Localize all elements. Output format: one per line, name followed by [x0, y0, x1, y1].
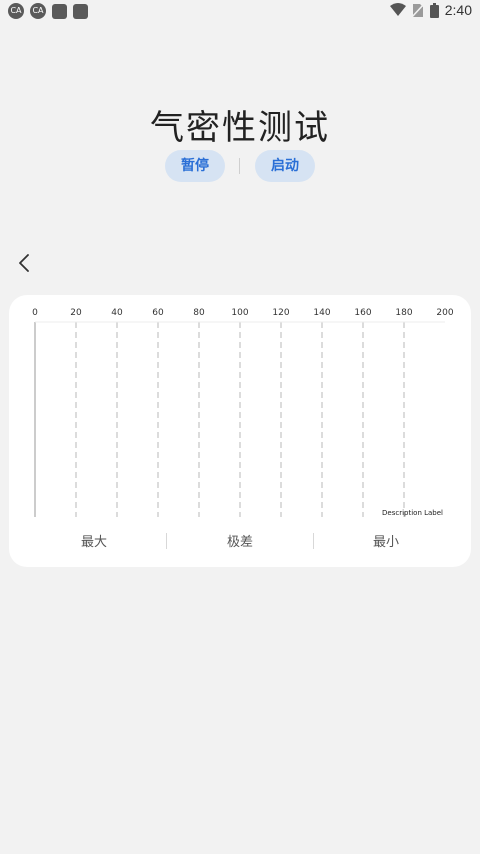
page-title: 气密性测试 [150, 108, 330, 148]
start-button[interactable]: 启动 [255, 150, 315, 182]
x-tick-label: 80 [193, 308, 205, 318]
square-notification-icon [52, 3, 67, 19]
pressure-chart: 0 20 40 60 80 100 120 140 160 180 200 Description … [32, 308, 454, 517]
x-tick-label: 120 [272, 308, 289, 318]
status-bar-right: 2:40 [389, 2, 472, 18]
x-tick-label: 180 [395, 308, 412, 318]
app-icon: CA [8, 3, 24, 19]
x-tick-label: 40 [111, 308, 123, 318]
app-icon: CA [30, 3, 46, 19]
x-tick-label: 60 [152, 308, 164, 318]
stat-min-label: 最小 [372, 535, 399, 550]
pause-button[interactable]: 暂停 [165, 150, 225, 182]
chart-description-label: Description Label [382, 509, 443, 517]
button-divider [239, 158, 240, 174]
x-tick-label: 100 [231, 308, 248, 318]
stat-divider [166, 533, 167, 549]
no-sim-icon [411, 2, 424, 18]
back-chevron-icon[interactable] [14, 252, 36, 274]
stat-divider [313, 533, 314, 549]
x-tick-label: 200 [436, 308, 453, 318]
x-tick-label: 20 [70, 308, 82, 318]
stat-range-label: 极差 [226, 535, 253, 550]
x-tick-label: 160 [354, 308, 371, 318]
control-buttons: 暂停 启动 [0, 150, 480, 184]
x-tick-label: 0 [32, 308, 38, 318]
status-bar: CA CA 2:40 [0, 0, 480, 24]
wifi-icon [389, 3, 406, 16]
battery-icon [429, 2, 439, 18]
status-time: 2:40 [444, 2, 472, 18]
square-notification-icon [73, 3, 88, 19]
stat-max-label: 最大 [80, 535, 107, 550]
stats-row: 最大 极差 最小 [9, 531, 471, 551]
chart-card: 0 20 40 60 80 100 120 140 160 180 200 Description … [9, 295, 471, 567]
x-tick-label: 140 [313, 308, 330, 318]
status-bar-left: CA CA [8, 3, 88, 19]
